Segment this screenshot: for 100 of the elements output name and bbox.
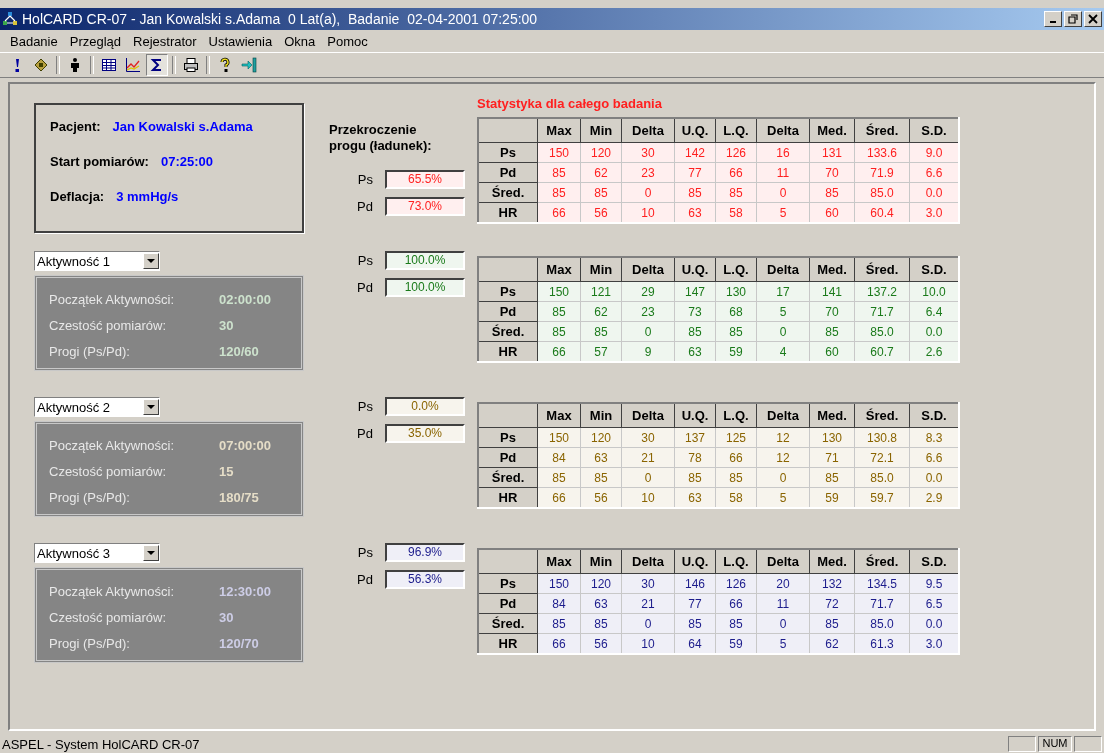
table-cell: 71.9 (854, 162, 910, 183)
menu-item[interactable]: Rejestrator (127, 33, 203, 49)
table-cell: 85 (580, 613, 622, 634)
table-cell: 70 (809, 162, 855, 183)
column-header: S.D. (909, 403, 959, 428)
table-cell: 85 (715, 467, 757, 488)
table-cell: 78 (674, 447, 716, 468)
sigma-button[interactable] (146, 54, 168, 76)
column-header: Min (580, 118, 622, 143)
table-cell: 134.5 (854, 573, 910, 594)
minimize-icon (1050, 21, 1056, 23)
exit-icon (241, 57, 257, 73)
menu-item[interactable]: Okna (278, 33, 322, 49)
table-cell: 68 (715, 301, 757, 322)
table-cell: 66 (715, 162, 757, 183)
field-label: Początek Aktywności: (49, 291, 175, 307)
status-pane (1008, 736, 1036, 752)
table-cell: 73 (674, 301, 716, 322)
start-time: 07:25:00 (160, 154, 213, 169)
field-label: Pd (357, 280, 373, 295)
field-label: Pd (357, 199, 373, 214)
column-header: Delta (756, 118, 810, 143)
field-value: 120/70 (219, 635, 259, 651)
table-cell: 66 (715, 593, 757, 614)
field-label: Deflacja: (50, 189, 105, 204)
dropdown-arrow-icon (147, 259, 155, 263)
table-cell: 85 (674, 321, 716, 342)
table-cell: 85 (580, 182, 622, 203)
field-label: Ps (357, 399, 373, 414)
column-header: Med. (809, 118, 855, 143)
table-cell: 120 (580, 142, 622, 163)
table-cell: 150 (537, 281, 581, 302)
table-cell: 84 (537, 593, 581, 614)
field-label: Pacjent: (50, 119, 101, 134)
table-icon (101, 57, 117, 73)
column-header: Delta (621, 257, 675, 282)
row-header: Pd (478, 593, 538, 614)
table-cell: 30 (621, 427, 675, 448)
restore-icon (1068, 14, 1078, 24)
column-header: Delta (756, 257, 810, 282)
menu-item[interactable]: Badanie (4, 33, 64, 49)
table-cell: 77 (674, 593, 716, 614)
field-label: Czestość pomiarów: (49, 317, 168, 333)
column-header: Delta (756, 403, 810, 428)
table-cell: 72 (809, 593, 855, 614)
table-cell: 71 (809, 447, 855, 468)
restore-button[interactable] (1064, 11, 1082, 27)
table-cell: 70 (809, 301, 855, 322)
table-cell: 85 (674, 182, 716, 203)
table-cell: 0 (756, 467, 810, 488)
pd-percent-field: 73.0% (385, 197, 465, 216)
table-cell: 0 (756, 182, 810, 203)
status-text: ASPEL - System HolCARD CR-07 (2, 736, 201, 752)
table-cell: 63 (580, 593, 622, 614)
close-button[interactable] (1084, 11, 1102, 27)
table-cell: 30 (621, 573, 675, 594)
line-chart-icon (125, 57, 141, 73)
column-header: U.Q. (674, 403, 716, 428)
field-label: Ps (357, 545, 373, 560)
table-cell: 12 (756, 427, 810, 448)
pd-percent-field: 35.0% (385, 424, 465, 443)
table-cell: 0 (621, 182, 675, 203)
column-header: Delta (621, 118, 675, 143)
ps-percent-field: 100.0% (385, 251, 465, 270)
table-cell: 23 (621, 301, 675, 322)
table-cell: 85.0 (854, 182, 910, 203)
row-header: Pd (478, 447, 538, 468)
field-value: 07:00:00 (219, 437, 272, 453)
menu-item[interactable]: Ustawienia (202, 33, 279, 49)
deflation-value: 3 mmHg/s (116, 189, 179, 204)
minimize-button[interactable] (1044, 11, 1062, 27)
field-label: Czestość pomiarów: (49, 463, 168, 479)
table-cell: 131 (809, 142, 855, 163)
row-header: HR (478, 202, 538, 223)
column-header: U.Q. (674, 118, 716, 143)
table-cell: 71.7 (854, 301, 910, 322)
row-header: Śred. (478, 182, 538, 203)
table-cell: 62 (580, 162, 622, 183)
activity-dropdown[interactable]: Aktywność 3 (34, 543, 160, 563)
table-cell: 141 (809, 281, 855, 302)
column-header: Śred. (854, 549, 910, 574)
activity-dropdown[interactable]: Aktywność 1 (34, 251, 160, 271)
menu-item[interactable]: Przegląd (63, 33, 128, 49)
activity-dropdown[interactable]: Aktywność 2 (34, 397, 160, 417)
status-pane (1074, 736, 1102, 752)
field-label: Pd (357, 572, 373, 587)
table-cell: 120 (580, 427, 622, 448)
column-header: L.Q. (715, 549, 757, 574)
table-cell: 130 (715, 281, 757, 302)
app-icon (2, 11, 18, 27)
row-header: Ps (478, 281, 538, 302)
column-header: L.Q. (715, 118, 757, 143)
field-label: Progi (Ps/Pd): (49, 635, 131, 651)
column-header: Śred. (854, 118, 910, 143)
row-header: HR (478, 487, 538, 508)
table-cell: 85 (580, 321, 622, 342)
table-cell: 146 (674, 573, 716, 594)
menu-item[interactable]: Pomoc (321, 33, 374, 49)
field-label: Ps (357, 172, 373, 187)
table-cell: 30 (621, 142, 675, 163)
